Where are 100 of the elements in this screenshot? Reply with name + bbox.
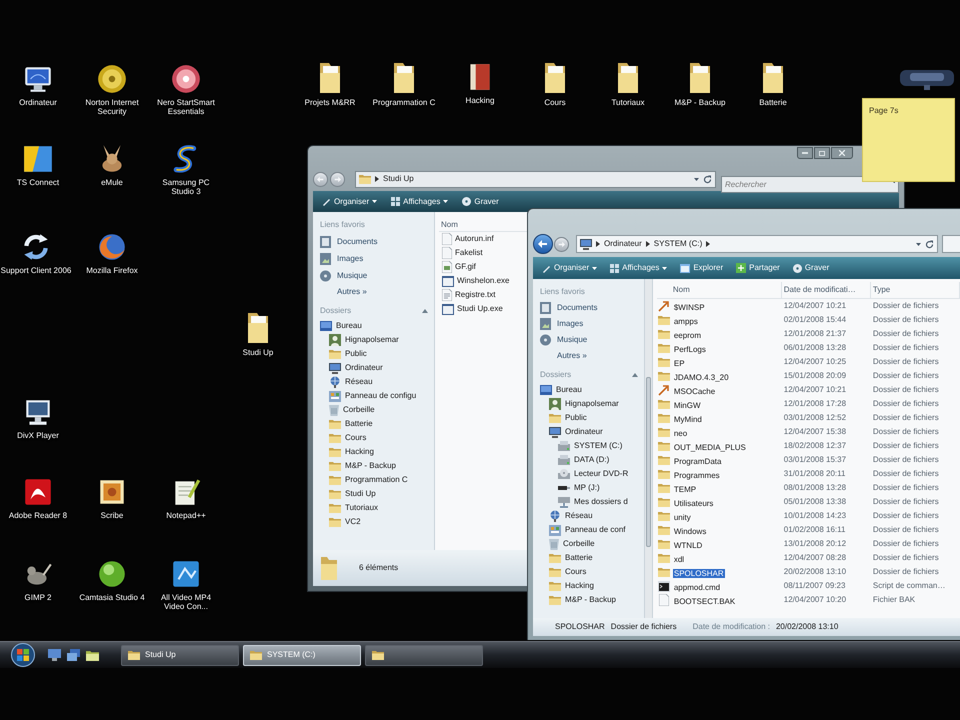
file-name[interactable]: BOOTSECT.BAK xyxy=(672,597,736,606)
desktop-shortcut[interactable]: TS Connect xyxy=(2,143,74,187)
tree-item[interactable]: Panneau de conf xyxy=(549,523,644,537)
tree-item[interactable]: Ordinateur xyxy=(329,361,434,375)
start-button[interactable] xyxy=(10,642,36,668)
tree-item[interactable]: Corbeille xyxy=(329,403,434,417)
tree-item[interactable]: Public xyxy=(549,411,644,425)
desktop-shortcut[interactable]: Projets M&RR xyxy=(294,61,366,107)
file-name[interactable]: Registre.txt xyxy=(455,289,496,301)
desktop-shortcut[interactable]: M&P - Backup xyxy=(664,61,736,107)
tree-item[interactable]: Hacking xyxy=(549,579,644,593)
file-name[interactable]: WTNLD xyxy=(672,541,704,550)
favorite-link[interactable]: Images xyxy=(320,250,434,267)
folder-icon[interactable] xyxy=(86,650,99,660)
tree-item[interactable]: Batterie xyxy=(329,417,434,431)
desktop-shortcut[interactable]: Ordinateur xyxy=(2,63,74,107)
toolbar-button[interactable]: Graver xyxy=(457,192,504,210)
tree-item[interactable]: Public xyxy=(329,347,434,361)
desktop-shortcut[interactable]: Adobe Reader 8 xyxy=(2,476,74,520)
file-name[interactable]: JDAMO.4.3_20 xyxy=(672,373,730,382)
address-field[interactable]: Ordinateur SYSTEM (C:) xyxy=(576,235,938,253)
tree-item[interactable]: VC2 xyxy=(329,515,434,529)
file-name[interactable]: Studi Up.exe xyxy=(457,303,503,315)
tree-item[interactable]: M&P - Backup xyxy=(329,459,434,473)
minimize-button[interactable] xyxy=(797,147,813,159)
file-name[interactable]: Windows xyxy=(672,527,708,536)
tree-item[interactable]: Studi Up xyxy=(329,487,434,501)
toolbar-button[interactable]: Explorer xyxy=(675,259,728,277)
file-name[interactable]: PerfLogs xyxy=(672,345,707,354)
desktop-shortcut[interactable]: Batterie xyxy=(737,61,809,107)
tree-item[interactable]: MP (J:) xyxy=(558,481,644,495)
desktop-shortcut[interactable]: Scribe xyxy=(76,476,148,520)
more-link[interactable]: Autres » xyxy=(337,284,367,299)
toolbar-button[interactable]: Organiser xyxy=(317,192,382,210)
toolbar-button[interactable]: Organiser xyxy=(537,259,602,277)
file-name[interactable]: xdl xyxy=(672,555,686,564)
file-name[interactable]: EP xyxy=(672,359,686,368)
toolbar-button[interactable]: Graver xyxy=(788,259,834,277)
file-name[interactable]: MSOCache xyxy=(672,387,716,396)
file-name[interactable]: SPOLOSHAR xyxy=(672,569,725,578)
search-field[interactable]: Rechercher xyxy=(721,176,899,192)
tree-item[interactable]: Cours xyxy=(329,431,434,445)
tree-item[interactable]: Cours xyxy=(549,565,644,579)
file-name[interactable]: ampps xyxy=(672,317,699,326)
desktop-shortcut[interactable]: Hacking xyxy=(444,61,516,105)
toolbar-button[interactable]: Affichages xyxy=(605,259,672,277)
file-name[interactable]: MinGW xyxy=(672,401,702,410)
file-name[interactable]: ProgramData xyxy=(672,457,722,466)
file-name[interactable]: unity xyxy=(672,513,692,522)
stack-icon[interactable] xyxy=(67,649,80,661)
back-button[interactable] xyxy=(533,234,553,254)
toolbar-button[interactable]: Affichages xyxy=(386,192,454,210)
tree-item[interactable]: M&P - Backup xyxy=(549,593,644,607)
tree-item[interactable]: Bureau xyxy=(540,383,644,397)
favorite-link[interactable]: Images xyxy=(540,316,644,332)
desktop-shortcut[interactable]: Support Client 2006 xyxy=(0,231,72,275)
tree-item[interactable]: Tutoriaux xyxy=(329,501,434,515)
desktop-shortcut[interactable]: Cours xyxy=(519,61,591,107)
file-name[interactable]: Programmes xyxy=(672,471,721,480)
file-name[interactable]: Autorun.inf xyxy=(455,233,494,245)
tree-item[interactable]: Corbeille xyxy=(549,537,644,551)
desktop-shortcut[interactable]: Notepad++ xyxy=(150,476,222,520)
desktop-shortcut[interactable]: GIMP 2 xyxy=(2,558,74,602)
file-name[interactable]: Fakelist xyxy=(455,247,483,259)
tree-item[interactable]: Lecteur DVD-R xyxy=(558,467,644,481)
forward-button[interactable] xyxy=(554,236,569,252)
tree-item[interactable]: Réseau xyxy=(549,509,644,523)
address-field[interactable]: Studi Up xyxy=(355,170,716,188)
desktop-shortcut[interactable]: Tutoriaux xyxy=(592,61,664,107)
tree-item[interactable]: Bureau xyxy=(320,319,434,333)
desktop-shortcut[interactable]: Mozilla Firefox xyxy=(76,231,148,275)
favorite-link[interactable]: Musique xyxy=(540,332,644,348)
sticky-note[interactable]: Page 7s xyxy=(862,98,955,182)
taskbar-button[interactable] xyxy=(365,644,483,666)
file-name[interactable]: appmod.cmd xyxy=(672,583,722,592)
tree-item[interactable]: Panneau de configu xyxy=(329,389,434,403)
desktop-shortcut[interactable]: Nero StartSmart Essentials xyxy=(150,63,222,116)
favorite-link[interactable]: Musique xyxy=(320,267,434,284)
column-header[interactable]: Type xyxy=(870,282,960,298)
file-name[interactable]: TEMP xyxy=(672,485,698,494)
file-name[interactable]: MyMind xyxy=(672,415,703,424)
maximize-button[interactable] xyxy=(814,147,830,159)
monitor-icon[interactable] xyxy=(48,649,61,661)
tree-item[interactable]: Ordinateur xyxy=(549,425,644,439)
close-button[interactable] xyxy=(831,147,853,159)
forward-button[interactable] xyxy=(330,172,345,186)
desktop-shortcut[interactable]: Programmation C xyxy=(368,61,440,107)
column-header[interactable]: Nom xyxy=(670,282,782,298)
favorite-link[interactable]: Documents xyxy=(540,300,644,316)
tree-item[interactable]: Hignapolsemar xyxy=(329,333,434,347)
file-name[interactable]: neo xyxy=(672,429,688,438)
tree-item[interactable]: Réseau xyxy=(329,375,434,389)
desktop-shortcut[interactable]: All Video MP4 Video Con... xyxy=(150,558,222,611)
file-name[interactable]: GF.gif xyxy=(455,261,476,273)
more-link[interactable]: Autres » xyxy=(557,348,587,363)
tree-item[interactable]: DATA (D:) xyxy=(558,453,644,467)
file-name[interactable]: Utilisateurs xyxy=(672,499,714,508)
tree-item[interactable]: SYSTEM (C:) xyxy=(558,439,644,453)
scrollbar[interactable] xyxy=(645,279,653,618)
desktop-shortcut[interactable]: Samsung PC Studio 3 xyxy=(150,143,222,196)
